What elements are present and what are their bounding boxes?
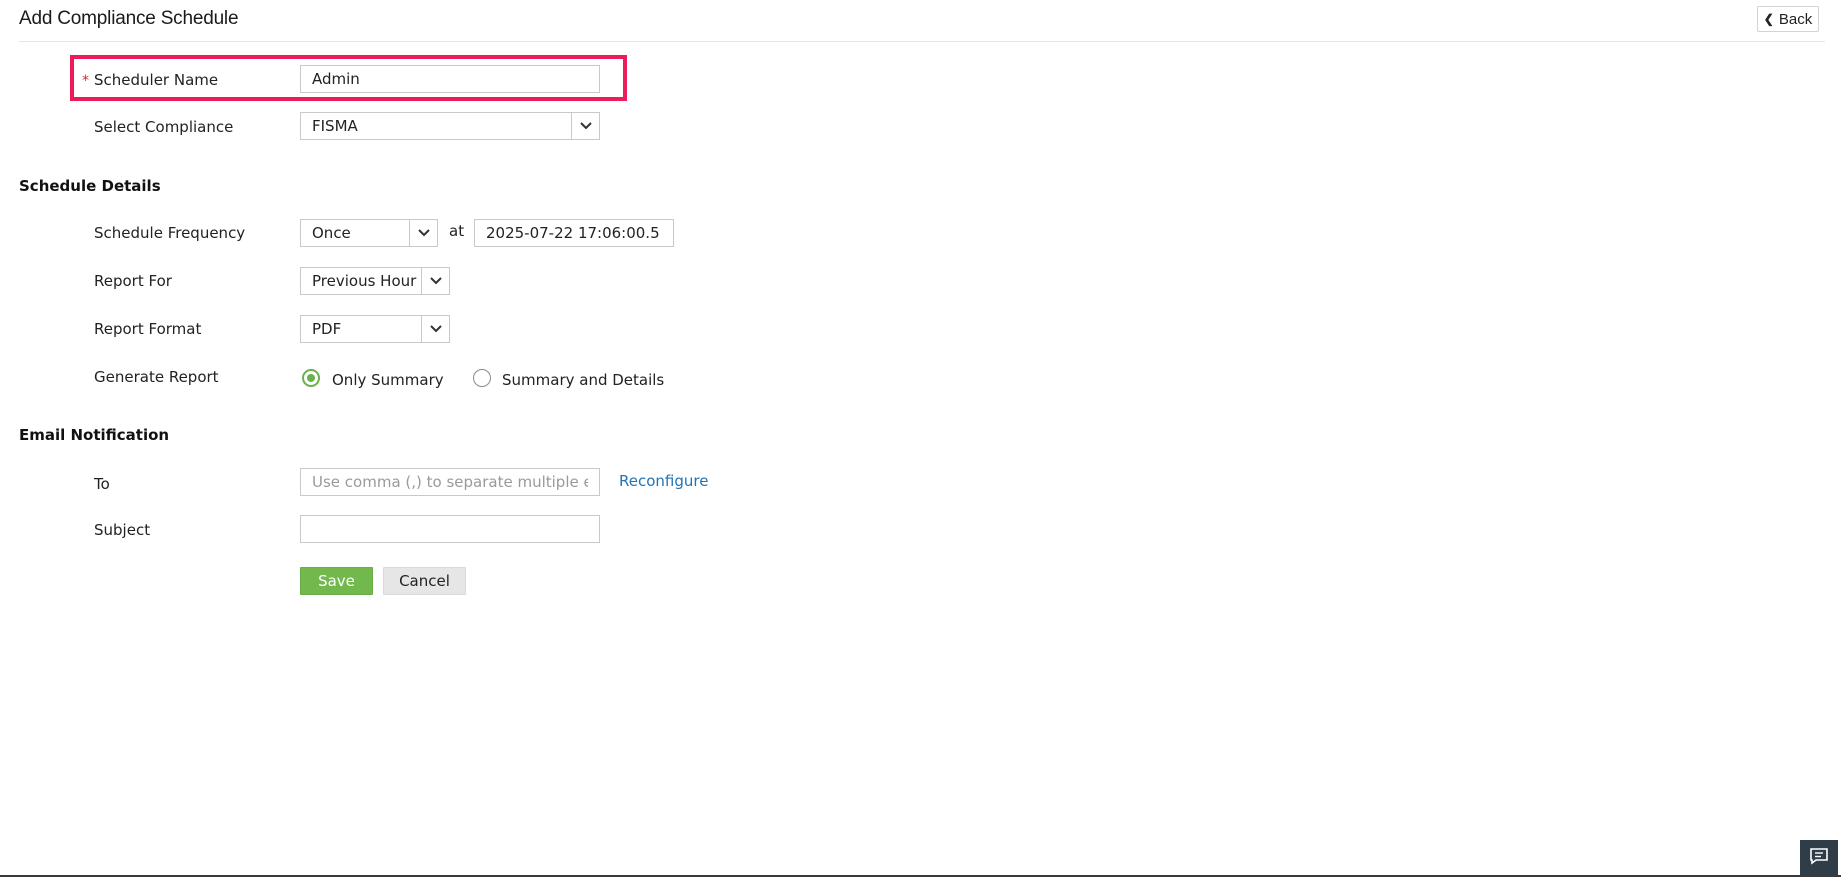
subject-label: Subject — [94, 521, 151, 539]
compliance-value: FISMA — [312, 117, 358, 135]
reconfigure-link[interactable]: Reconfigure — [619, 472, 708, 490]
required-mark: * — [82, 73, 89, 89]
back-label: Back — [1778, 10, 1813, 28]
chevron-left-icon: ❮ — [1763, 12, 1774, 26]
back-button[interactable]: ❮ Back — [1757, 6, 1819, 32]
to-label: To — [94, 475, 110, 493]
report-for-label: Report For — [94, 272, 172, 290]
save-button[interactable]: Save — [300, 567, 373, 595]
report-format-label: Report Format — [94, 320, 202, 338]
scheduler-name-input[interactable] — [300, 65, 600, 93]
report-format-select[interactable]: PDF — [300, 315, 450, 343]
page-header: Add Compliance Schedule ❮ Back — [19, 0, 1825, 42]
scheduler-name-label: Scheduler Name — [94, 71, 219, 89]
email-notification-title: Email Notification — [19, 426, 170, 444]
chevron-down-icon — [571, 113, 599, 139]
page: Add Compliance Schedule ❮ Back * Schedul… — [0, 0, 1841, 877]
report-format-value: PDF — [312, 320, 342, 338]
chat-button[interactable] — [1800, 840, 1838, 875]
cancel-button[interactable]: Cancel — [383, 567, 466, 595]
schedule-frequency-select[interactable]: Once — [300, 219, 438, 247]
schedule-frequency-label: Schedule Frequency — [94, 224, 246, 242]
email-to-input[interactable] — [300, 468, 600, 496]
chat-icon — [1809, 847, 1829, 869]
only-summary-radio[interactable] — [302, 369, 320, 387]
schedule-details-title: Schedule Details — [19, 177, 161, 195]
schedule-datetime-input[interactable] — [474, 219, 674, 247]
compliance-select[interactable]: FISMA — [300, 112, 600, 140]
generate-report-label: Generate Report — [94, 368, 219, 386]
summary-and-details-radio[interactable] — [473, 369, 491, 387]
subject-input[interactable] — [300, 515, 600, 543]
report-for-select[interactable]: Previous Hour — [300, 267, 450, 295]
summary-and-details-label: Summary and Details — [502, 371, 665, 389]
schedule-frequency-value: Once — [312, 224, 351, 242]
select-compliance-label: Select Compliance — [94, 118, 234, 136]
only-summary-label: Only Summary — [332, 371, 444, 389]
chevron-down-icon — [409, 220, 437, 246]
report-for-value: Previous Hour — [312, 272, 417, 290]
chevron-down-icon — [421, 316, 449, 342]
page-title: Add Compliance Schedule — [19, 8, 239, 29]
chevron-down-icon — [421, 268, 449, 294]
at-label: at — [449, 222, 465, 240]
